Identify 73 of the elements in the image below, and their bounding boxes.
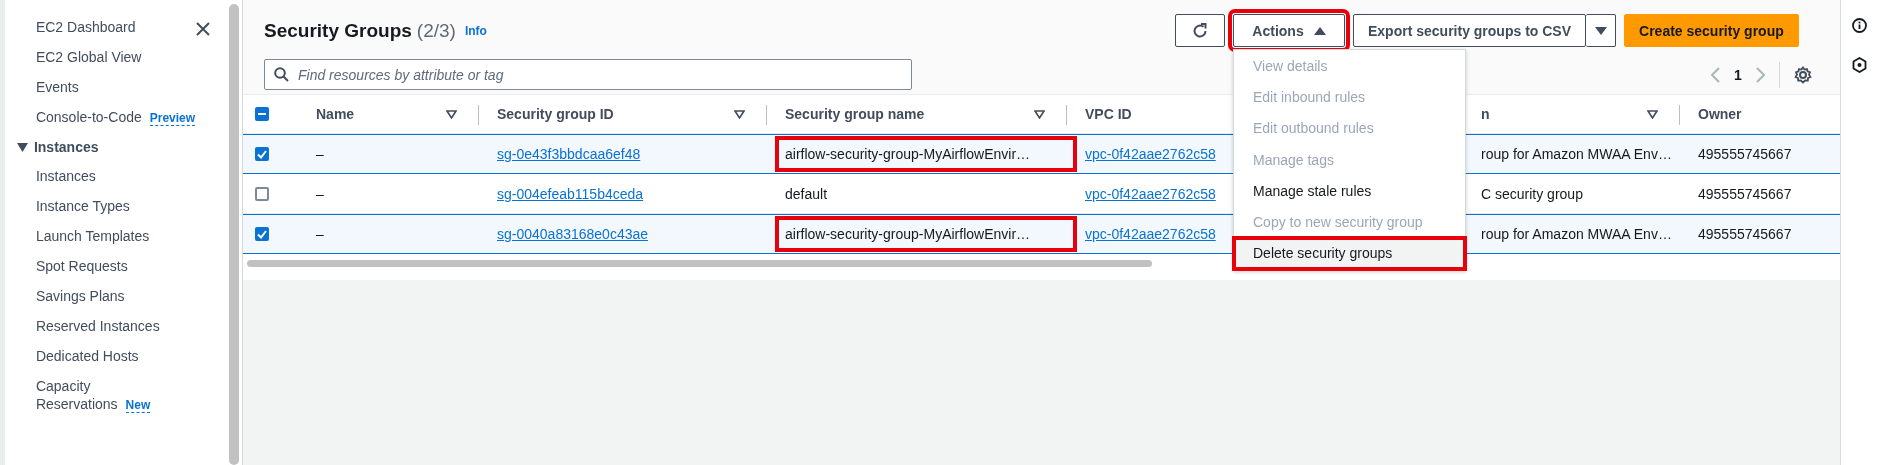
checkbox[interactable] (255, 107, 269, 121)
badge-link[interactable]: New (125, 398, 151, 413)
nav-link[interactable]: Console-to-Code Preview (35, 108, 206, 127)
table-cell: C security group (1481, 186, 1583, 202)
table-cell: – (316, 186, 324, 202)
refresh-icon (1192, 22, 1208, 39)
table-cell: roup for Amazon MWAA Env… (1481, 146, 1672, 162)
settings-icon[interactable] (1793, 66, 1812, 84)
column-header[interactable]: Owner (1698, 106, 1742, 122)
section-title: Instances (33, 139, 99, 155)
nav-link[interactable]: Savings Plans (35, 287, 206, 305)
checkbox[interactable] (255, 187, 269, 201)
dropdown-button[interactable] (1586, 14, 1617, 47)
table-cell: – (316, 226, 324, 242)
selection-count: (2/3) (416, 20, 456, 42)
caret-icon (1313, 26, 1326, 35)
nav-link[interactable]: Instances (35, 167, 206, 185)
nav-link[interactable]: Instance Types (35, 197, 206, 215)
caret-icon (1594, 26, 1607, 35)
link[interactable]: vpc-0f42aae2762c58 (1085, 186, 1216, 202)
search-field[interactable]: Find resources by attribute or tag (264, 59, 912, 90)
column-header[interactable]: Security group ID (497, 106, 614, 122)
check-icon (257, 149, 267, 159)
table-cell: 495555745667 (1698, 146, 1792, 162)
close-icon[interactable] (195, 22, 210, 36)
table-cell: 495555745667 (1698, 226, 1792, 242)
nav-link[interactable]: Capacity Reservations New (35, 377, 206, 414)
link[interactable]: vpc-0f42aae2762c58 (1085, 146, 1216, 162)
hexagon-icon[interactable] (1852, 57, 1867, 73)
column-header[interactable]: Security group name (785, 106, 925, 122)
link[interactable]: vpc-0f42aae2762c58 (1085, 226, 1216, 242)
nav-link[interactable]: Events (35, 78, 206, 96)
table-cell: default (785, 186, 828, 202)
export-button[interactable]: Export security groups to CSV (1353, 14, 1587, 47)
menu-item[interactable]: Delete security groups (1234, 237, 1465, 270)
checkbox[interactable] (255, 227, 269, 241)
check-icon (257, 229, 267, 239)
nav-link[interactable]: EC2 Global View (35, 48, 206, 66)
column-header[interactable]: VPC ID (1085, 106, 1132, 122)
badge-link[interactable]: Preview (149, 111, 196, 126)
nav-section[interactable]: Instances (16, 139, 222, 155)
nav-link[interactable]: Spot Requests (35, 257, 206, 275)
scrollbar[interactable] (247, 260, 1152, 267)
info-icon[interactable] (1852, 18, 1867, 33)
column-header[interactable]: n (1481, 106, 1490, 122)
nav-link[interactable]: Launch Templates (35, 227, 206, 245)
page-number[interactable]: 1 (1734, 67, 1742, 83)
search-icon (274, 67, 289, 82)
sort-icon[interactable] (1034, 109, 1045, 119)
column-header[interactable]: Name (316, 106, 355, 122)
link[interactable]: sg-0040a83168e0c43ae (497, 226, 649, 242)
menu-item[interactable]: Manage stale rules (1234, 175, 1465, 207)
link[interactable]: sg-004efeab115b4ceda (497, 186, 644, 202)
page-title: Security Groups (264, 20, 412, 42)
table-cell: – (316, 146, 324, 162)
checkbox[interactable] (255, 147, 269, 161)
nav-link[interactable]: EC2 Dashboard (35, 18, 206, 36)
table-cell: roup for Amazon MWAA Env… (1481, 226, 1672, 242)
sort-icon[interactable] (734, 109, 745, 119)
info-link[interactable]: Info (464, 24, 487, 38)
dash-icon (258, 113, 266, 115)
table-cell: 495555745667 (1698, 186, 1792, 202)
create-button[interactable]: Create security group (1624, 14, 1799, 47)
nav-link[interactable]: Reserved Instances (35, 317, 206, 335)
nav-link[interactable]: Dedicated Hosts (35, 347, 206, 365)
scrollbar[interactable] (229, 4, 240, 465)
sort-icon[interactable] (446, 109, 457, 119)
sort-icon[interactable] (1647, 109, 1658, 119)
table-cell: airflow-security-group-MyAirflowEnvir… (785, 146, 1031, 162)
refresh-button[interactable] (1175, 14, 1225, 47)
caret-icon (16, 142, 28, 152)
link[interactable]: sg-0e43f3bbdcaa6ef48 (497, 146, 641, 162)
table-cell: airflow-security-group-MyAirflowEnvir… (785, 226, 1031, 242)
